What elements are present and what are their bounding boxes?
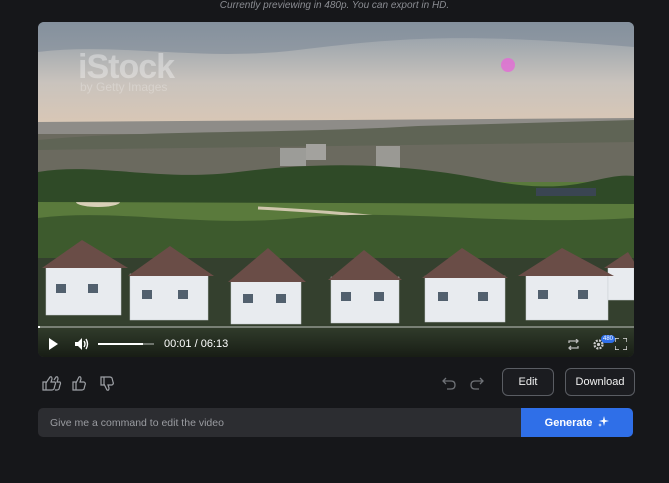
volume-fill [98, 343, 143, 345]
undo-icon[interactable] [440, 374, 458, 392]
action-bar: Edit Download [38, 366, 635, 400]
loop-icon[interactable] [566, 337, 580, 351]
thumbs-down-icon[interactable] [98, 374, 116, 392]
generate-label: Generate [544, 416, 593, 429]
thumbs-up-icon[interactable] [70, 374, 88, 392]
progress-fill [38, 326, 40, 328]
fullscreen-icon[interactable] [614, 337, 628, 351]
preview-notice: Currently previewing in 480p. You can ex… [219, 0, 450, 11]
quality-badge: 480 [601, 335, 616, 343]
video-player[interactable]: iStock by Getty Images 00:01 / 06:13 480 [38, 22, 634, 357]
settings-icon[interactable]: 480 [590, 335, 616, 351]
volume-slider[interactable] [98, 343, 154, 345]
redo-icon[interactable] [468, 374, 486, 392]
volume-icon[interactable] [74, 337, 90, 351]
command-input[interactable] [38, 408, 520, 437]
watermark-subtitle: by Getty Images [80, 80, 168, 94]
edit-button[interactable]: Edit [502, 368, 554, 396]
player-controls: 00:01 / 06:13 480 [38, 323, 634, 357]
progress-bar[interactable] [38, 326, 634, 328]
sparkle-icon [598, 415, 610, 430]
play-icon[interactable] [46, 337, 60, 351]
download-button[interactable]: Download [565, 368, 635, 396]
command-bar: Generate [38, 408, 633, 437]
time-display: 00:01 / 06:13 [164, 338, 229, 350]
thumbs-up-double-icon[interactable] [41, 374, 63, 392]
generate-button[interactable]: Generate [521, 408, 633, 437]
